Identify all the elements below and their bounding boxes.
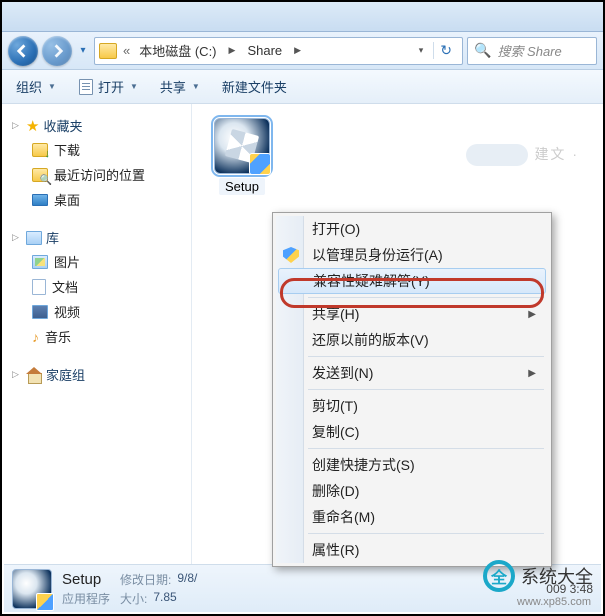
chevron-right-icon[interactable]: ▶: [226, 45, 239, 56]
details-type: 应用程序: [62, 590, 110, 607]
details-date-value: 9/8/: [177, 571, 197, 588]
chevron-down-icon: ▼: [192, 82, 200, 91]
breadcrumb-prefix: «: [123, 43, 130, 58]
open-button[interactable]: 打开▼: [74, 75, 142, 98]
details-size-value: 7.85: [153, 590, 176, 607]
separator: [308, 448, 544, 449]
ctx-create-shortcut[interactable]: 创建快捷方式(S): [276, 452, 548, 478]
sidebar-pictures[interactable]: 图片: [8, 249, 185, 274]
sidebar-music[interactable]: ♪音乐: [8, 324, 185, 349]
watermark-logo: 全 系统大全: [483, 560, 593, 592]
file-label: Setup: [219, 178, 265, 195]
address-row: ▾ « 本地磁盘 (C:) ▶ Share ▶ ▾ ↻ 🔍 搜索 Share: [2, 32, 603, 70]
shield-icon: [283, 247, 299, 263]
collapse-icon[interactable]: ▷: [12, 369, 22, 380]
collapse-icon[interactable]: ▷: [12, 232, 22, 243]
watermark-icon: 全: [483, 560, 515, 592]
desktop-icon: [32, 194, 48, 206]
separator: [308, 297, 544, 298]
context-menu: 打开(O) 以管理员身份运行(A) 兼容性疑难解答(Y) 共享(H)▶ 还原以前…: [272, 212, 552, 567]
sidebar-libraries[interactable]: ▷ 库: [8, 226, 185, 249]
background-hint: 建文 ·: [466, 144, 579, 166]
page-icon: [79, 79, 93, 95]
chevron-down-icon: ▼: [48, 82, 56, 91]
sidebar-favorites[interactable]: ▷ ★ 收藏夹: [8, 114, 185, 137]
homegroup-icon: [26, 368, 42, 382]
nav-back-button[interactable]: [8, 36, 38, 66]
address-bar[interactable]: « 本地磁盘 (C:) ▶ Share ▶ ▾ ↻: [94, 37, 463, 65]
details-date-label: 修改日期:: [120, 571, 171, 588]
star-icon: ★: [26, 117, 39, 135]
documents-icon: [32, 279, 46, 295]
nav-forward-button[interactable]: [42, 36, 72, 66]
ctx-runas-admin[interactable]: 以管理员身份运行(A): [276, 242, 548, 268]
navigation-pane: ▷ ★ 收藏夹 下载 最近访问的位置 桌面 ▷ 库 图片 文档 视频 ♪音乐: [2, 104, 192, 566]
window-titlebar: [2, 2, 603, 32]
details-title: Setup: [62, 571, 110, 588]
file-setup[interactable]: Setup: [204, 118, 280, 196]
libraries-icon: [26, 231, 42, 245]
ctx-send-to[interactable]: 发送到(N)▶: [276, 360, 548, 386]
addr-dropdown-icon[interactable]: ▾: [419, 45, 424, 56]
refresh-icon[interactable]: ↻: [433, 42, 458, 59]
search-input[interactable]: 🔍 搜索 Share: [467, 37, 597, 65]
chevron-right-icon[interactable]: ▶: [291, 45, 304, 56]
music-icon: ♪: [32, 329, 39, 345]
new-folder-button[interactable]: 新建文件夹: [218, 75, 291, 98]
submenu-arrow-icon: ▶: [528, 309, 536, 320]
ctx-open[interactable]: 打开(O): [276, 216, 548, 242]
breadcrumb-drive[interactable]: 本地磁盘 (C:): [136, 41, 219, 60]
sidebar-homegroup[interactable]: ▷ 家庭组: [8, 363, 185, 386]
nav-history-dropdown[interactable]: ▾: [76, 37, 90, 65]
separator: [308, 533, 544, 534]
ctx-rename[interactable]: 重命名(M): [276, 504, 548, 530]
toolbar: 组织▼ 打开▼ 共享▼ 新建文件夹: [2, 70, 603, 104]
pictures-icon: [32, 255, 48, 269]
sidebar-downloads[interactable]: 下载: [8, 137, 185, 162]
ctx-delete[interactable]: 删除(D): [276, 478, 548, 504]
sidebar-videos[interactable]: 视频: [8, 299, 185, 324]
chevron-down-icon: ▼: [130, 82, 138, 91]
downloads-icon: [32, 143, 48, 157]
ctx-restore-versions[interactable]: 还原以前的版本(V): [276, 327, 548, 353]
ctx-copy[interactable]: 复制(C): [276, 419, 548, 445]
breadcrumb-folder[interactable]: Share: [244, 43, 285, 58]
submenu-arrow-icon: ▶: [528, 368, 536, 379]
details-size-label: 大小:: [120, 590, 147, 607]
ctx-compatibility-troubleshoot[interactable]: 兼容性疑难解答(Y): [278, 268, 546, 294]
recent-icon: [32, 168, 48, 182]
sidebar-recent[interactable]: 最近访问的位置: [8, 162, 185, 187]
watermark-url: www.xp85.com: [517, 596, 591, 608]
installer-icon: [214, 118, 270, 174]
separator: [308, 356, 544, 357]
ctx-cut[interactable]: 剪切(T): [276, 393, 548, 419]
videos-icon: [32, 305, 48, 319]
separator: [308, 389, 544, 390]
installer-icon: [12, 569, 52, 609]
watermark-text: 系统大全: [521, 563, 593, 589]
search-placeholder: 搜索 Share: [497, 41, 561, 60]
folder-icon: [99, 43, 117, 59]
organize-button[interactable]: 组织▼: [12, 75, 60, 98]
ctx-share[interactable]: 共享(H)▶: [276, 301, 548, 327]
share-button[interactable]: 共享▼: [156, 75, 204, 98]
collapse-icon[interactable]: ▷: [12, 120, 22, 131]
search-icon: 🔍: [474, 42, 491, 59]
sidebar-documents[interactable]: 文档: [8, 274, 185, 299]
sidebar-desktop[interactable]: 桌面: [8, 187, 185, 212]
